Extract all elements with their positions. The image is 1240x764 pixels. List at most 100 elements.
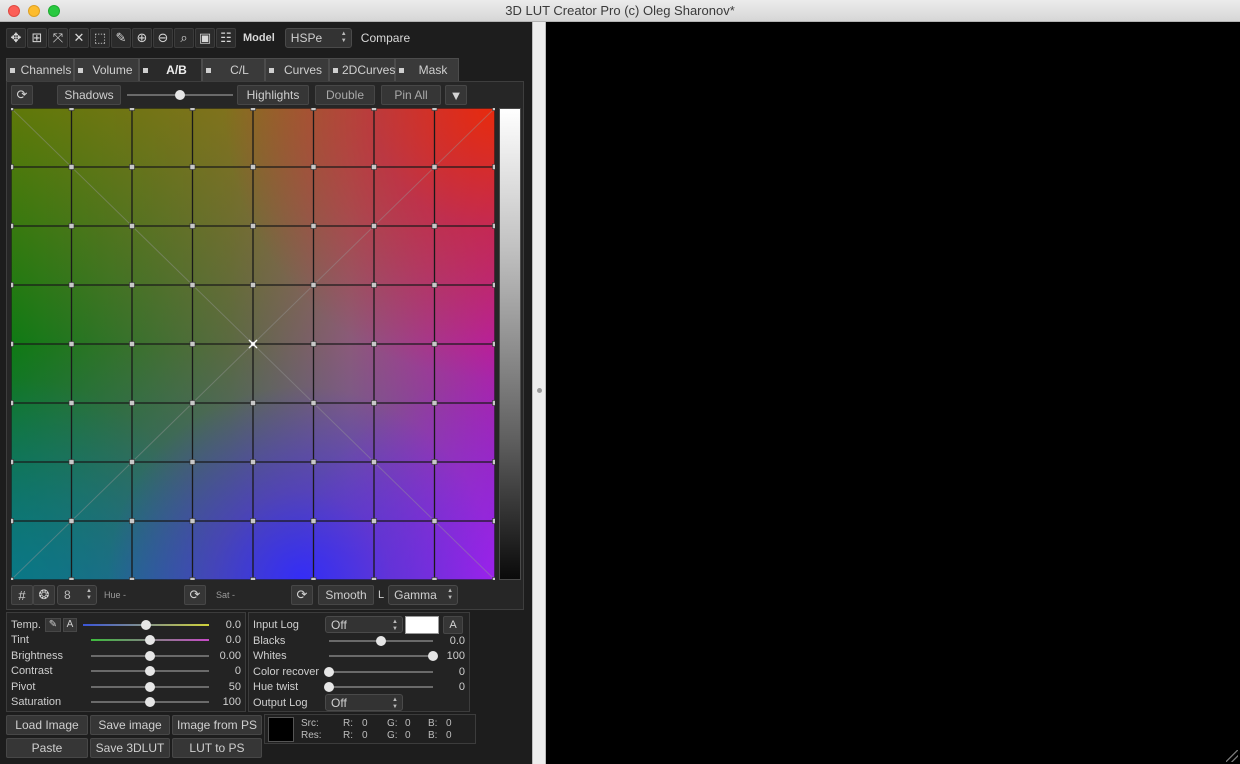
grid-node[interactable] xyxy=(310,164,317,170)
filmstrip-tool-button[interactable]: ☷ xyxy=(216,28,236,48)
grid-node[interactable] xyxy=(250,223,256,229)
smooth-reset-button[interactable]: ⟳ xyxy=(291,585,313,605)
zoom-out-tool-button[interactable]: ⊖ xyxy=(153,28,173,48)
tab-a-b[interactable]: A/B xyxy=(139,58,202,81)
grid-node[interactable] xyxy=(189,400,196,406)
grid-node[interactable] xyxy=(310,577,317,581)
grid-node[interactable] xyxy=(129,223,135,229)
grid-node[interactable] xyxy=(492,577,496,581)
highlights-button[interactable]: Highlights xyxy=(237,85,309,105)
shadows-highlights-slider[interactable] xyxy=(127,85,233,105)
grid-node[interactable] xyxy=(68,577,75,581)
luminance-bar[interactable] xyxy=(499,108,521,580)
grid-node[interactable] xyxy=(310,341,317,347)
slider-knob[interactable] xyxy=(145,697,155,707)
grid-node[interactable] xyxy=(431,400,438,406)
grid-node[interactable] xyxy=(11,282,14,288)
tab-volume[interactable]: Volume xyxy=(74,58,139,81)
slider-knob[interactable] xyxy=(145,666,155,676)
grid-node[interactable] xyxy=(129,282,135,288)
panel-splitter[interactable] xyxy=(532,22,546,764)
adj-slider[interactable] xyxy=(91,649,209,663)
adj-slider[interactable] xyxy=(329,634,433,648)
adj-slider[interactable] xyxy=(329,649,438,663)
slider-knob[interactable] xyxy=(175,90,185,100)
grid-node[interactable] xyxy=(11,459,14,465)
save-3dlut-button[interactable]: Save 3DLUT xyxy=(90,738,170,758)
grid-node[interactable] xyxy=(11,223,14,229)
grid-node[interactable] xyxy=(371,341,377,347)
model-select[interactable]: HSPe xyxy=(284,28,352,48)
marquee-select-tool-button[interactable]: ⬚ xyxy=(90,28,110,48)
grid-node[interactable] xyxy=(492,223,496,229)
image-viewer[interactable] xyxy=(546,22,1240,764)
grid-node[interactable] xyxy=(492,282,496,288)
compare-button[interactable]: Compare xyxy=(361,31,410,45)
grid-node[interactable] xyxy=(189,223,196,229)
wheel-toggle-button[interactable]: ❂ xyxy=(33,585,55,605)
grid-node[interactable] xyxy=(68,108,75,111)
grid-node[interactable] xyxy=(250,518,256,524)
adj-slider[interactable] xyxy=(91,633,209,647)
grid-node[interactable] xyxy=(431,518,438,524)
grid-node[interactable] xyxy=(492,459,496,465)
grid-node[interactable] xyxy=(310,282,317,288)
tab-mask[interactable]: Mask xyxy=(395,58,459,81)
grid-node[interactable] xyxy=(310,518,317,524)
grid-node[interactable] xyxy=(310,459,317,465)
double-button[interactable]: Double xyxy=(315,85,375,105)
grid-node[interactable] xyxy=(371,223,377,229)
input-auto-button[interactable]: A xyxy=(443,615,463,634)
expand-tool-button[interactable]: ⤧ xyxy=(48,28,68,48)
grid-node[interactable] xyxy=(129,164,135,170)
grid-node[interactable] xyxy=(189,341,196,347)
grid-node[interactable] xyxy=(371,459,377,465)
grid-node[interactable] xyxy=(492,341,496,347)
grid-node[interactable] xyxy=(189,459,196,465)
smooth-button[interactable]: Smooth xyxy=(318,585,374,605)
grid-node[interactable] xyxy=(310,223,317,229)
gamma-select[interactable]: Gamma xyxy=(388,585,459,605)
move-tool-button[interactable]: ✥ xyxy=(6,28,26,48)
frame-tool-button[interactable]: ▣ xyxy=(195,28,215,48)
tab-c-l[interactable]: C/L xyxy=(202,58,265,81)
grid-node[interactable] xyxy=(189,282,196,288)
grid-node[interactable] xyxy=(68,400,75,406)
grid-node[interactable] xyxy=(129,459,135,465)
grid-node[interactable] xyxy=(11,400,14,406)
slider-knob[interactable] xyxy=(324,682,334,692)
grid-node[interactable] xyxy=(189,577,196,581)
tab-2dcurves[interactable]: 2DCurves xyxy=(329,58,395,81)
zoom-in-tool-button[interactable]: ⊕ xyxy=(132,28,152,48)
temp-eyedropper-icon[interactable]: ✎ xyxy=(45,617,61,632)
grid-node[interactable] xyxy=(492,108,496,111)
white-swatch[interactable] xyxy=(405,615,439,634)
slider-knob[interactable] xyxy=(376,635,386,646)
load-image-button[interactable]: Load Image xyxy=(6,715,88,735)
lut-to-ps-button[interactable]: LUT to PS xyxy=(172,738,262,758)
grid-size-stepper[interactable]: 8 xyxy=(57,585,97,605)
grid-node[interactable] xyxy=(189,108,196,111)
slider-knob[interactable] xyxy=(324,666,334,677)
grid-node[interactable] xyxy=(492,400,496,406)
window-resize-grip[interactable] xyxy=(1226,750,1238,762)
grid-node[interactable] xyxy=(250,108,256,111)
tab-channels[interactable]: Channels xyxy=(6,58,74,81)
adj-slider[interactable] xyxy=(91,695,209,709)
grid-node[interactable] xyxy=(129,400,135,406)
grid-node[interactable] xyxy=(310,108,317,111)
grid-node[interactable] xyxy=(431,341,438,347)
grid-node[interactable] xyxy=(11,108,14,111)
eyedropper-tool-button[interactable]: ✎ xyxy=(111,28,131,48)
grid-node[interactable] xyxy=(310,400,317,406)
grid-node[interactable] xyxy=(68,518,75,524)
grid-node[interactable] xyxy=(431,577,438,581)
adj-slider[interactable] xyxy=(324,680,433,694)
grid-node[interactable] xyxy=(68,282,75,288)
input-log-select[interactable]: Off xyxy=(325,616,403,633)
close-window-button[interactable] xyxy=(8,5,20,17)
dropdown-button[interactable]: ▼ xyxy=(445,85,467,105)
pin-all-button[interactable]: Pin All xyxy=(381,85,441,105)
grid-node[interactable] xyxy=(250,400,256,406)
adj-slider[interactable] xyxy=(324,665,433,679)
